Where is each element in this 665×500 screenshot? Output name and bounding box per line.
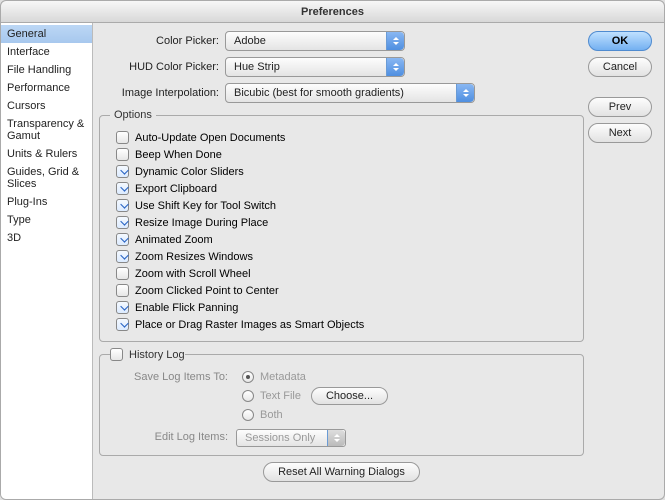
- option-row: Resize Image During Place: [110, 214, 573, 231]
- radio-text-file[interactable]: [242, 390, 254, 402]
- option-label: Use Shift Key for Tool Switch: [135, 200, 276, 212]
- next-button[interactable]: Next: [588, 123, 652, 143]
- option-label: Export Clipboard: [135, 183, 217, 195]
- option-row: Zoom Resizes Windows: [110, 248, 573, 265]
- history-log-checkbox[interactable]: [110, 348, 123, 361]
- sidebar-item-units-rulers[interactable]: Units & Rulers: [1, 145, 92, 163]
- sidebar-item-performance[interactable]: Performance: [1, 79, 92, 97]
- dropdown-arrows-icon: [327, 430, 345, 446]
- option-row: Enable Flick Panning: [110, 299, 573, 316]
- history-log-group: History Log Save Log Items To: Metadata …: [99, 348, 584, 456]
- sidebar-item-transparency[interactable]: Transparency & Gamut: [1, 115, 92, 145]
- option-label: Enable Flick Panning: [135, 302, 238, 314]
- edit-log-select[interactable]: Sessions Only: [236, 429, 346, 447]
- prefs-sidebar: General Interface File Handling Performa…: [1, 23, 93, 499]
- color-picker-label: Color Picker:: [99, 35, 219, 47]
- options-legend: Options: [110, 109, 156, 121]
- sidebar-item-guides-grid[interactable]: Guides, Grid & Slices: [1, 163, 92, 193]
- option-label: Zoom Clicked Point to Center: [135, 285, 279, 297]
- cancel-button[interactable]: Cancel: [588, 57, 652, 77]
- option-checkbox[interactable]: [116, 267, 129, 280]
- option-label: Zoom with Scroll Wheel: [135, 268, 251, 280]
- hud-picker-select[interactable]: Hue Strip: [225, 57, 405, 77]
- option-checkbox[interactable]: [116, 165, 129, 178]
- sidebar-item-file-handling[interactable]: File Handling: [1, 61, 92, 79]
- option-label: Animated Zoom: [135, 234, 213, 246]
- dropdown-arrows-icon: [386, 58, 404, 76]
- option-row: Export Clipboard: [110, 180, 573, 197]
- preferences-window: Preferences General Interface File Handl…: [0, 0, 665, 500]
- option-checkbox[interactable]: [116, 131, 129, 144]
- choose-button[interactable]: Choose...: [311, 387, 388, 405]
- option-row: Auto-Update Open Documents: [110, 129, 573, 146]
- option-row: Place or Drag Raster Images as Smart Obj…: [110, 316, 573, 333]
- option-label: Zoom Resizes Windows: [135, 251, 253, 263]
- color-picker-select[interactable]: Adobe: [225, 31, 405, 51]
- interpolation-select[interactable]: Bicubic (best for smooth gradients): [225, 83, 475, 103]
- history-log-legend: History Log: [129, 349, 185, 361]
- option-checkbox[interactable]: [116, 216, 129, 229]
- option-checkbox[interactable]: [116, 284, 129, 297]
- option-checkbox[interactable]: [116, 199, 129, 212]
- option-row: Beep When Done: [110, 146, 573, 163]
- option-checkbox[interactable]: [116, 301, 129, 314]
- option-label: Auto-Update Open Documents: [135, 132, 285, 144]
- option-label: Resize Image During Place: [135, 217, 268, 229]
- option-checkbox[interactable]: [116, 250, 129, 263]
- prev-button[interactable]: Prev: [588, 97, 652, 117]
- option-checkbox[interactable]: [116, 182, 129, 195]
- ok-button[interactable]: OK: [588, 31, 652, 51]
- option-checkbox[interactable]: [116, 148, 129, 161]
- options-group: Options Auto-Update Open Documents Beep W…: [99, 109, 584, 342]
- option-row: Zoom with Scroll Wheel: [110, 265, 573, 282]
- option-checkbox[interactable]: [116, 233, 129, 246]
- sidebar-item-type[interactable]: Type: [1, 211, 92, 229]
- window-title: Preferences: [301, 6, 364, 18]
- radio-metadata[interactable]: [242, 371, 254, 383]
- reset-warnings-button[interactable]: Reset All Warning Dialogs: [263, 462, 420, 482]
- radio-both[interactable]: [242, 409, 254, 421]
- save-log-label: Save Log Items To:: [110, 369, 228, 423]
- sidebar-item-3d[interactable]: 3D: [1, 229, 92, 247]
- option-row: Animated Zoom: [110, 231, 573, 248]
- sidebar-item-cursors[interactable]: Cursors: [1, 97, 92, 115]
- option-checkbox[interactable]: [116, 318, 129, 331]
- option-row: Zoom Clicked Point to Center: [110, 282, 573, 299]
- sidebar-item-plugins[interactable]: Plug-Ins: [1, 193, 92, 211]
- sidebar-item-general[interactable]: General: [1, 25, 92, 43]
- dropdown-arrows-icon: [386, 32, 404, 50]
- sidebar-item-interface[interactable]: Interface: [1, 43, 92, 61]
- hud-picker-label: HUD Color Picker:: [99, 61, 219, 73]
- option-label: Dynamic Color Sliders: [135, 166, 244, 178]
- option-row: Use Shift Key for Tool Switch: [110, 197, 573, 214]
- option-row: Dynamic Color Sliders: [110, 163, 573, 180]
- edit-log-label: Edit Log Items:: [110, 429, 228, 447]
- option-label: Beep When Done: [135, 149, 222, 161]
- interpolation-label: Image Interpolation:: [99, 87, 219, 99]
- option-label: Place or Drag Raster Images as Smart Obj…: [135, 319, 364, 331]
- window-titlebar: Preferences: [1, 1, 664, 23]
- dropdown-arrows-icon: [456, 84, 474, 102]
